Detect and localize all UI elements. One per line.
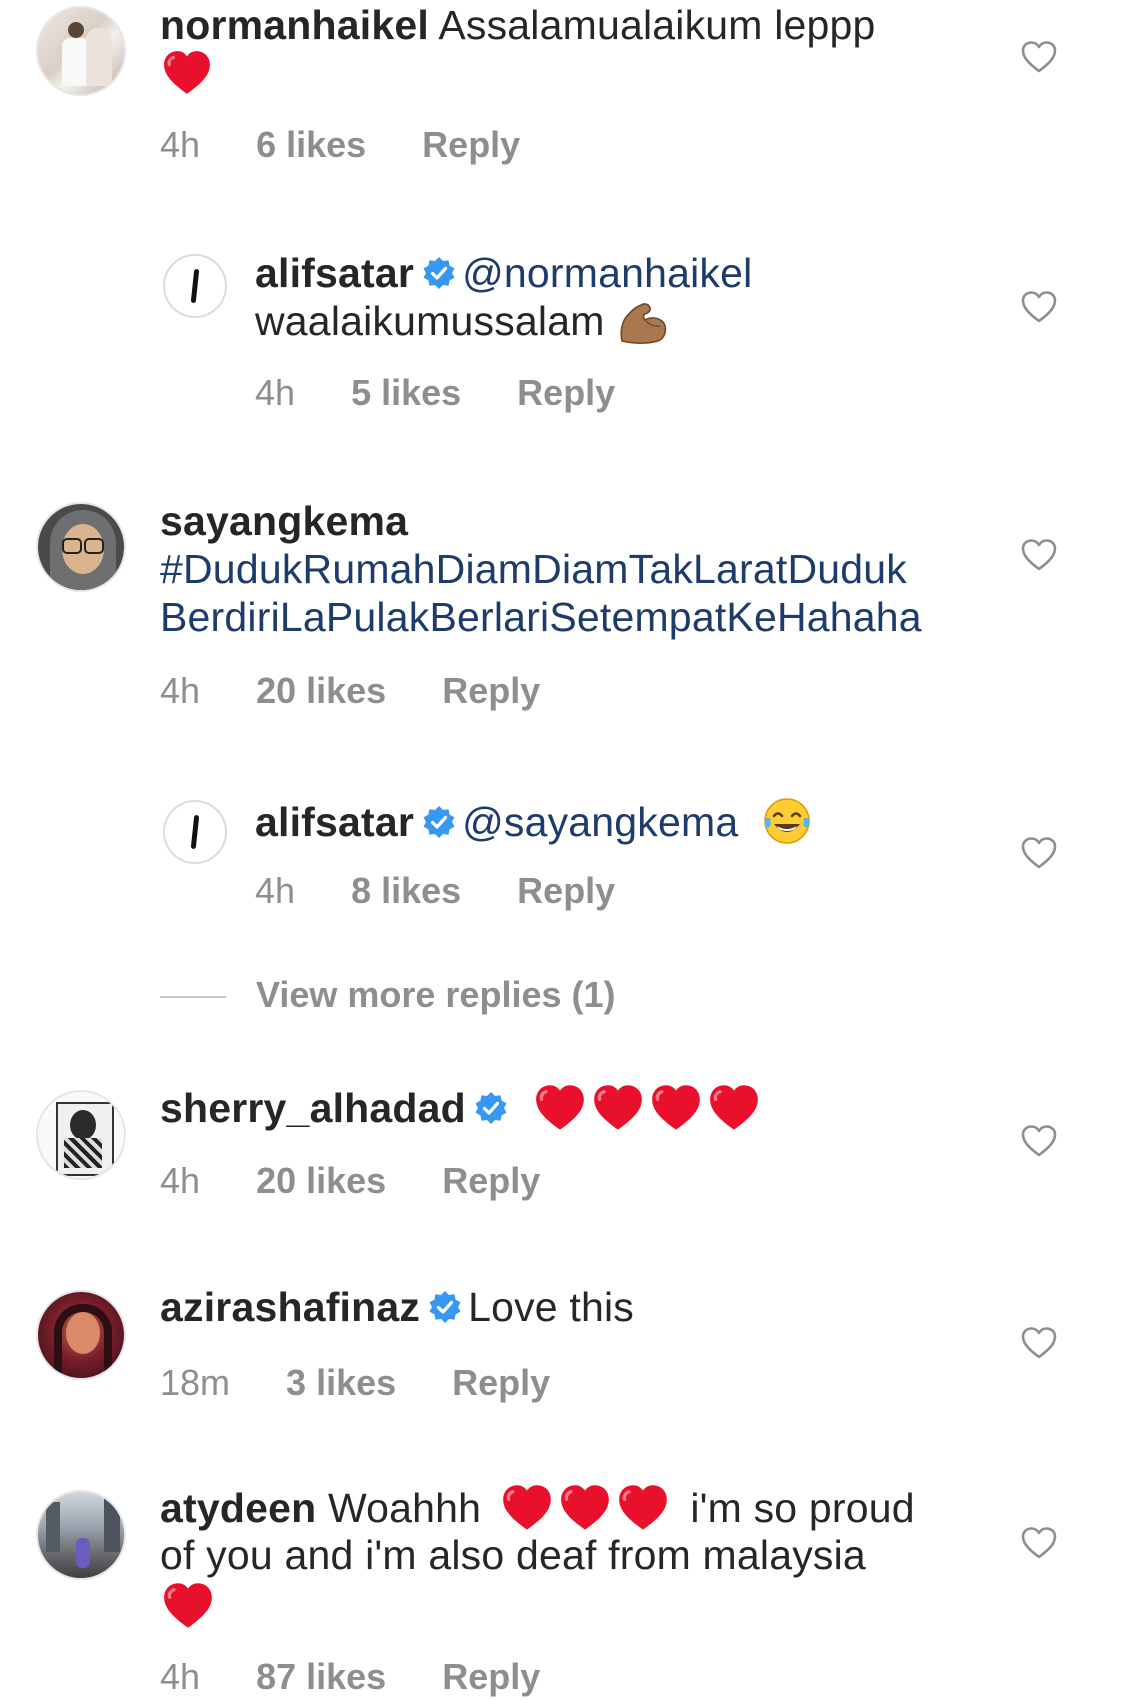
view-more-replies-label[interactable]: View more replies (1) [256, 974, 616, 1016]
likes-count[interactable]: 3 likes [286, 1362, 396, 1403]
mention-link[interactable]: @sayangkema [462, 799, 738, 845]
username[interactable]: sherry_alhadad [160, 1085, 466, 1131]
alif-logo-icon [190, 814, 200, 850]
reply-button[interactable]: Reply [442, 1656, 540, 1697]
reply-button[interactable]: Reply [442, 670, 540, 711]
timestamp: 4h [160, 124, 201, 165]
verified-badge-icon [422, 805, 456, 839]
likes-count[interactable]: 5 likes [351, 372, 461, 413]
comment-meta: 4h 20 likes Reply [160, 670, 586, 712]
comment-text: azirashafinaz Love this [160, 1284, 634, 1331]
comment-text: normanhaikel Assalamualaikum leppp [160, 2, 876, 49]
like-heart-icon[interactable] [1020, 538, 1058, 572]
likes-count[interactable]: 6 likes [256, 124, 366, 165]
username[interactable]: alifsatar [255, 250, 414, 296]
verified-badge-icon [428, 1290, 462, 1324]
avatar[interactable] [163, 254, 227, 318]
red-heart-emoji [534, 1084, 586, 1132]
comment-body-text: waalaikumussalam [255, 298, 605, 344]
red-heart-emoji [501, 1484, 553, 1532]
red-heart-emoji [162, 50, 212, 96]
likes-count[interactable]: 87 likes [256, 1656, 386, 1697]
comment-body-continued: i'm so proud [690, 1485, 915, 1531]
comment-meta: 4h 87 likes Reply [160, 1656, 586, 1698]
like-heart-icon[interactable] [1020, 290, 1058, 324]
reply-button[interactable]: Reply [517, 372, 615, 413]
username[interactable]: sayangkema [160, 498, 408, 544]
comment-meta: 4h 20 likes Reply [160, 1160, 586, 1202]
comment-meta: 4h 6 likes Reply [160, 124, 566, 166]
comment-text: sayangkema [160, 498, 408, 545]
red-heart-emoji [650, 1084, 702, 1132]
likes-count[interactable]: 8 likes [351, 870, 461, 911]
comment-text: alifsatar @sayangkema [255, 796, 812, 846]
likes-count[interactable]: 20 likes [256, 1160, 386, 1201]
reply-button[interactable]: Reply [517, 870, 615, 911]
comment-meta: 4h 8 likes Reply [255, 870, 661, 912]
verified-badge-icon [474, 1091, 508, 1125]
like-heart-icon[interactable] [1020, 40, 1058, 74]
mention-link[interactable]: @normanhaikel [462, 250, 752, 296]
flexed-biceps-emoji [620, 303, 667, 344]
avatar[interactable] [36, 6, 126, 96]
red-heart-emoji [592, 1084, 644, 1132]
like-heart-icon[interactable] [1020, 836, 1058, 870]
hashtag-link-continued[interactable]: BerdiriLaPulakBerlariSetempatKeHahaha [160, 594, 922, 641]
username[interactable]: atydeen [160, 1485, 316, 1531]
red-heart-emoji [559, 1484, 611, 1532]
comment-text: alifsatar @normanhaikel [255, 250, 752, 297]
likes-count[interactable]: 20 likes [256, 670, 386, 711]
red-heart-emoji [708, 1084, 760, 1132]
username[interactable]: alifsatar [255, 799, 414, 845]
timestamp: 4h [160, 670, 201, 711]
reply-button[interactable]: Reply [422, 124, 520, 165]
comment-body: Woahhh [327, 1485, 482, 1531]
comment-body: Love this [468, 1284, 634, 1330]
tears-of-joy-emoji [764, 798, 810, 844]
timestamp: 4h [160, 1656, 201, 1697]
red-heart-emoji [617, 1484, 669, 1532]
comment-text: sherry_alhadad [160, 1084, 760, 1132]
comment-meta: 18m 3 likes Reply [160, 1362, 596, 1404]
avatar[interactable] [36, 1490, 126, 1580]
timestamp: 18m [160, 1362, 231, 1403]
avatar[interactable] [36, 1090, 126, 1180]
like-heart-icon[interactable] [1020, 1124, 1058, 1158]
comment-text: atydeen Woahhh i'm so proud [160, 1484, 915, 1532]
alif-logo-icon [190, 268, 200, 304]
avatar[interactable] [36, 502, 126, 592]
like-heart-icon[interactable] [1020, 1326, 1058, 1360]
timestamp: 4h [255, 372, 296, 413]
hashtag-link[interactable]: #DudukRumahDiamDiamTakLaratDuduk [160, 546, 907, 593]
comment-meta: 4h 5 likes Reply [255, 372, 661, 414]
timestamp: 4h [160, 1160, 201, 1201]
avatar[interactable] [36, 1290, 126, 1380]
username[interactable]: azirashafinaz [160, 1284, 420, 1330]
reply-button[interactable]: Reply [452, 1362, 550, 1403]
reply-button[interactable]: Reply [442, 1160, 540, 1201]
comment-body-line2: of you and i'm also deaf from malaysia [160, 1532, 866, 1578]
username[interactable]: normanhaikel [160, 2, 429, 48]
like-heart-icon[interactable] [1020, 1526, 1058, 1560]
divider [160, 996, 226, 998]
comment-body: waalaikumussalam [255, 298, 668, 345]
timestamp: 4h [255, 870, 296, 911]
red-heart-emoji [162, 1582, 214, 1630]
avatar[interactable] [163, 800, 227, 864]
comment-body: Assalamualaikum leppp [438, 2, 876, 48]
verified-badge-icon [422, 256, 456, 290]
